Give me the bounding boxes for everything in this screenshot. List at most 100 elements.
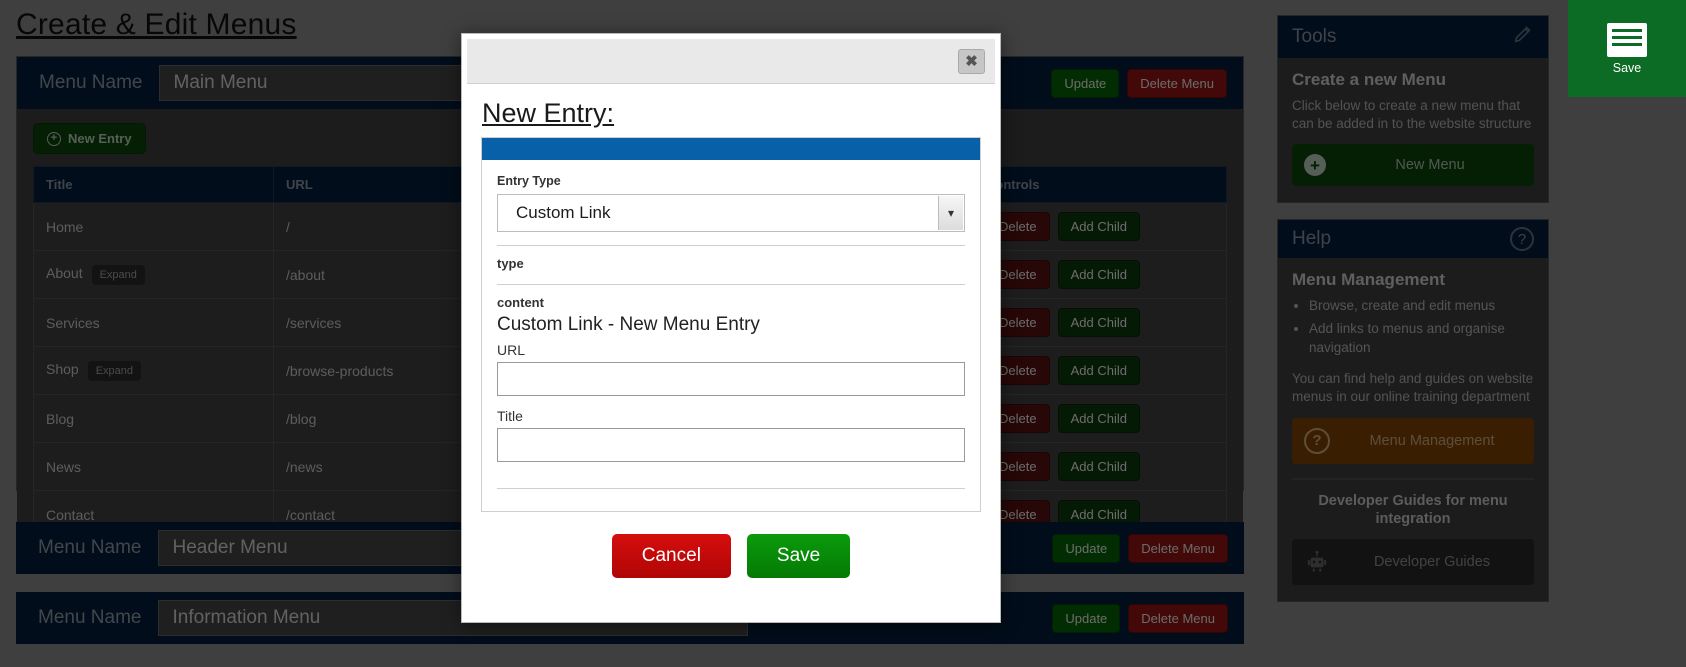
- url-input[interactable]: [497, 362, 965, 396]
- modal-footer: Cancel Save: [462, 512, 1000, 578]
- cell-controls: Delete Add Child: [973, 298, 1227, 347]
- plus-icon: +: [47, 131, 61, 146]
- menu-header-buttons-header: Update Delete Menu: [1052, 533, 1244, 563]
- entry-title: Shop: [46, 360, 79, 377]
- page-title: Create & Edit Menus: [16, 8, 297, 41]
- close-icon[interactable]: ✖: [958, 48, 985, 74]
- form-inner: Entry Type Custom Link ▾ type content Cu…: [482, 160, 980, 511]
- entry-title: About: [46, 264, 83, 281]
- title-label: Title: [497, 408, 523, 424]
- column-controls: Controls: [973, 166, 1227, 203]
- new-menu-label: New Menu: [1395, 157, 1465, 174]
- tools-section-text: Click below to create a new menu that ca…: [1292, 98, 1532, 132]
- chevron-down-icon[interactable]: ▾: [938, 196, 963, 230]
- menu-name-label: Menu Name: [38, 537, 142, 558]
- app-root: Create & Edit Menus Menu Name Main Menu …: [0, 0, 1686, 667]
- save-button[interactable]: Save: [746, 534, 851, 578]
- expand-badge[interactable]: Expand: [87, 360, 142, 381]
- add-child-button[interactable]: Add Child: [1057, 356, 1140, 385]
- form-accent-bar: [482, 138, 980, 160]
- list-item: Browse, create and edit menus: [1309, 297, 1534, 316]
- update-menu-button-main[interactable]: Update: [1051, 68, 1120, 98]
- add-child-button[interactable]: Add Child: [1057, 260, 1140, 289]
- help-bullet-list: Browse, create and edit menus Add links …: [1309, 297, 1534, 358]
- tools-section-title: Create a new Menu: [1292, 70, 1446, 89]
- update-menu-button-header[interactable]: Update: [1052, 533, 1121, 563]
- modal-title: New Entry:: [482, 98, 615, 128]
- form-divider-3: [497, 488, 965, 489]
- menu-header-buttons-main: Update Delete Menu: [1051, 68, 1243, 98]
- cell-controls: Delete Add Child: [973, 394, 1227, 443]
- delete-menu-button-main[interactable]: Delete Menu: [1127, 68, 1227, 98]
- developer-guides-title: Developer Guides for menu integration: [1318, 492, 1508, 528]
- sidebar-divider: [1292, 477, 1534, 480]
- cell-title: Blog: [33, 394, 274, 443]
- form-divider-2: [497, 284, 965, 285]
- add-child-button[interactable]: Add Child: [1057, 452, 1140, 481]
- question-circle-icon[interactable]: ?: [1510, 227, 1534, 252]
- new-menu-button[interactable]: + New Menu: [1292, 144, 1534, 187]
- menu-management-button[interactable]: ? Menu Management: [1292, 417, 1534, 464]
- list-item: Add links to menus and organise navigati…: [1309, 320, 1534, 358]
- plus-circle-icon: +: [1304, 154, 1326, 177]
- save-widget-label: Save: [1612, 60, 1642, 75]
- entry-title: Blog: [46, 410, 75, 427]
- cell-title: About Expand: [33, 250, 274, 299]
- add-child-button[interactable]: Add Child: [1057, 308, 1140, 337]
- tools-panel-body: Create a new Menu Click below to create …: [1278, 58, 1548, 202]
- add-child-button[interactable]: Add Child: [1057, 212, 1140, 241]
- menu-name-label: Menu Name: [39, 72, 143, 93]
- entry-title: Services: [46, 314, 100, 331]
- right-sidebar: Tools Create a new Menu Click below to c…: [1277, 15, 1549, 618]
- developer-guides-button[interactable]: Developer Guides: [1292, 539, 1534, 586]
- cell-title: Services: [33, 298, 274, 347]
- cell-controls: Delete Add Child: [973, 202, 1227, 251]
- url-label: URL: [497, 342, 526, 358]
- expand-badge[interactable]: Expand: [91, 264, 145, 285]
- entry-type-label: Entry Type: [497, 174, 561, 188]
- column-title: Title: [33, 166, 274, 203]
- tools-heading: Tools: [1292, 26, 1337, 47]
- tools-panel: Tools Create a new Menu Click below to c…: [1277, 15, 1549, 204]
- cell-title: News: [33, 442, 274, 491]
- new-entry-modal: ✖ New Entry: Entry Type Custom Link ▾ ty…: [461, 33, 1001, 623]
- document-save-icon: [1607, 22, 1647, 57]
- entry-type-select[interactable]: Custom Link ▾: [497, 194, 965, 232]
- content-label: content: [497, 295, 544, 310]
- save-widget[interactable]: Save: [1568, 0, 1686, 97]
- robot-icon: [1304, 549, 1330, 575]
- content-value: Custom Link - New Menu Entry: [497, 314, 760, 335]
- type-label: type: [497, 256, 524, 271]
- form-divider-1: [497, 245, 965, 246]
- menu-header-buttons-information: Update Delete Menu: [1052, 603, 1244, 633]
- help-heading: Help: [1292, 228, 1332, 250]
- entry-form-box: Entry Type Custom Link ▾ type content Cu…: [481, 137, 981, 512]
- entry-title: Contact: [46, 506, 95, 523]
- cell-controls: Delete Add Child: [973, 346, 1227, 395]
- pencil-icon[interactable]: [1512, 23, 1534, 51]
- help-panel-header: Help ?: [1278, 220, 1548, 259]
- new-entry-button[interactable]: + New Entry: [33, 123, 146, 154]
- cell-controls: Delete Add Child: [973, 250, 1227, 299]
- help-panel: Help ? Menu Management Browse, create an…: [1277, 219, 1549, 603]
- menu-name-label: Menu Name: [38, 607, 142, 628]
- entry-title: News: [46, 458, 82, 475]
- entry-type-value: Custom Link: [516, 203, 611, 222]
- cell-title: Home: [33, 202, 274, 251]
- cancel-button[interactable]: Cancel: [611, 534, 731, 578]
- help-panel-body: Menu Management Browse, create and edit …: [1278, 258, 1548, 601]
- title-input[interactable]: [497, 428, 965, 462]
- update-menu-button-information[interactable]: Update: [1052, 603, 1121, 633]
- delete-menu-button-information[interactable]: Delete Menu: [1128, 603, 1228, 633]
- developer-guides-label: Developer Guides: [1373, 554, 1491, 571]
- tools-panel-header: Tools: [1278, 16, 1548, 58]
- delete-menu-button-header[interactable]: Delete Menu: [1128, 533, 1228, 563]
- entry-title: Home: [46, 218, 84, 235]
- new-entry-label: New Entry: [68, 131, 132, 146]
- help-section-title: Menu Management: [1292, 270, 1446, 290]
- question-mark-icon: ?: [1304, 427, 1330, 454]
- add-child-button[interactable]: Add Child: [1057, 404, 1140, 433]
- cell-title: Shop Expand: [33, 346, 274, 395]
- menu-management-label: Menu Management: [1369, 432, 1495, 449]
- modal-topbar: ✖: [467, 39, 995, 84]
